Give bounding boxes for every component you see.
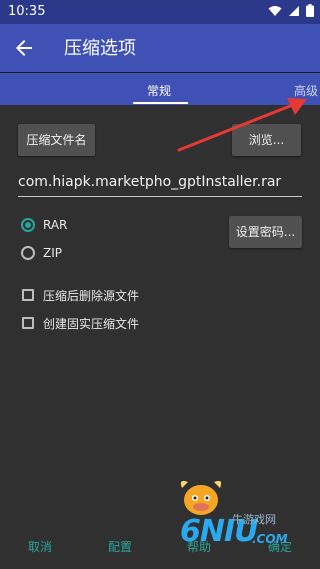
cancel-button[interactable]: 取消 [28, 538, 52, 555]
status-time: 10:35 [8, 4, 46, 19]
config-button[interactable]: 配置 [108, 538, 132, 555]
format-zip-label: ZIP [43, 246, 62, 260]
format-rar-radio[interactable]: RAR [21, 215, 67, 235]
battery-icon [306, 4, 314, 17]
browse-button[interactable]: 浏览... [232, 124, 301, 156]
app-bar: 压缩选项 [0, 24, 320, 72]
tab-general-label: 常规 [147, 84, 172, 98]
radio-unchecked-icon [21, 246, 35, 260]
solid-archive-checkbox[interactable]: 创建固实压缩文件 [22, 314, 139, 332]
delete-source-checkbox[interactable]: 压缩后删除源文件 [22, 286, 139, 304]
archive-name-field[interactable]: com.hiapk.marketpho_gptInstaller.rar [18, 172, 302, 197]
ok-button[interactable]: 确定 [268, 538, 292, 555]
page-title: 压缩选项 [64, 38, 136, 59]
tab-bar: 常规 高级 [0, 72, 320, 105]
signal-icon [289, 5, 299, 16]
tab-advanced-label: 高级 [294, 84, 319, 98]
format-zip-radio[interactable]: ZIP [21, 243, 62, 263]
checkbox-unchecked-icon [22, 289, 34, 301]
checkbox-unchecked-icon [22, 317, 34, 329]
tab-advanced[interactable]: 高级 [294, 82, 318, 99]
radio-checked-icon [21, 218, 35, 232]
archive-name-button[interactable]: 压缩文件名 [18, 124, 95, 156]
dialog-footer: 取消 配置 帮助 确定 [0, 524, 320, 569]
arrow-back-icon[interactable] [12, 36, 36, 60]
help-button[interactable]: 帮助 [187, 538, 211, 555]
delete-source-label: 压缩后删除源文件 [43, 288, 140, 303]
general-panel: 压缩文件名 浏览... com.hiapk.marketpho_gptInsta… [0, 104, 320, 524]
set-password-button[interactable]: 设置密码... [229, 216, 302, 248]
tab-general[interactable]: 常规 [133, 82, 188, 104]
status-icons [268, 4, 314, 17]
status-bar: 10:35 [0, 0, 320, 24]
format-rar-label: RAR [43, 218, 68, 232]
wifi-icon [268, 5, 282, 16]
solid-archive-label: 创建固实压缩文件 [43, 316, 140, 331]
